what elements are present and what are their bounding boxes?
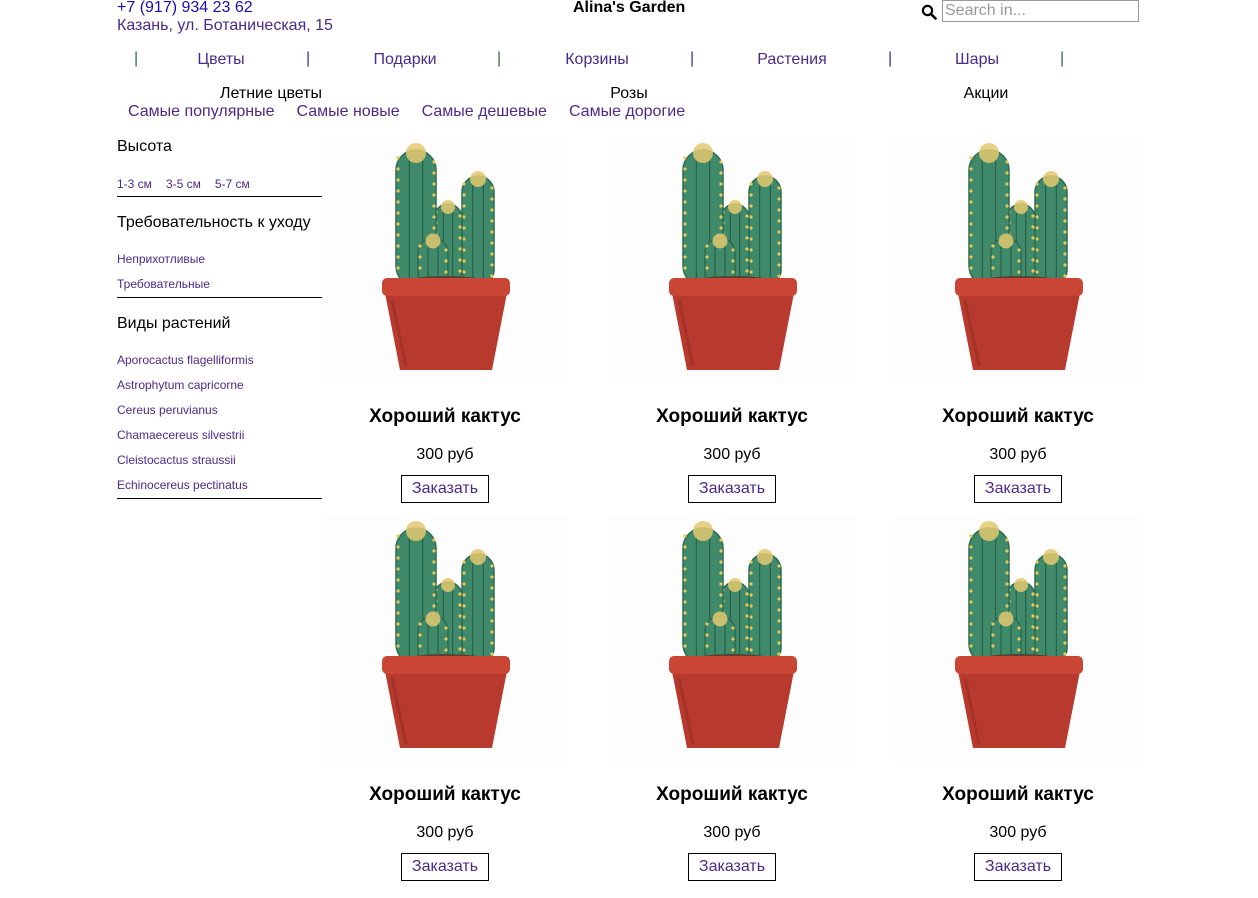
order-button[interactable]: Заказать: [401, 853, 489, 881]
product-card: Хороший кактус 300 руб Заказать: [609, 138, 855, 516]
order-button[interactable]: Заказать: [974, 853, 1062, 881]
filter-option[interactable]: Aporocactus flagelliformis: [117, 348, 254, 373]
nav-separator: |: [888, 50, 893, 67]
search-bar: [921, 0, 1141, 24]
filter-height-title: Высота: [117, 138, 172, 155]
phone-link[interactable]: +7 (917) 934 23 62: [117, 0, 253, 17]
product-name[interactable]: Хороший кактус: [322, 406, 568, 428]
filter-option[interactable]: Cereus peruvianus: [117, 398, 254, 423]
product-image[interactable]: [895, 138, 1141, 384]
site-header: +7 (917) 934 23 62 Казань, ул. Ботаничес…: [117, 0, 1141, 40]
order-button[interactable]: Заказать: [688, 475, 776, 503]
product-image[interactable]: [322, 516, 568, 762]
nav-item-plants[interactable]: Растения: [757, 51, 827, 69]
product-price: 300 руб: [416, 446, 474, 463]
nav-separator: |: [690, 50, 695, 67]
filter-care-title: Требовательность к уходу: [117, 214, 311, 231]
filter-option[interactable]: Требовательные: [117, 272, 210, 297]
filter-option[interactable]: 3-5 см: [166, 177, 201, 191]
filter-option[interactable]: Astrophytum capricorne: [117, 373, 254, 398]
subnav-sales[interactable]: Акции: [964, 85, 1009, 103]
sort-popular-link[interactable]: Самые популярные: [128, 103, 274, 120]
filter-option[interactable]: 1-3 см: [117, 177, 152, 191]
sort-cheapest-link[interactable]: Самые дешевые: [422, 103, 547, 120]
nav-item-balloons[interactable]: Шары: [955, 51, 999, 69]
sort-expensive-link[interactable]: Самые дорогие: [569, 103, 685, 120]
filter-care-options: Неприхотливые Требовательные: [117, 247, 210, 297]
sub-nav: Летние цветы Розы Акции: [117, 85, 1141, 105]
filter-care: Требовательность к уходу Неприхотливые Т…: [117, 197, 322, 298]
filter-option[interactable]: Echinocereus pectinatus: [117, 473, 254, 498]
product-image[interactable]: [895, 516, 1141, 762]
nav-separator: |: [134, 50, 139, 67]
filter-species: Виды растений Aporocactus flagelliformis…: [117, 298, 322, 499]
product-price: 300 руб: [989, 824, 1047, 841]
order-button[interactable]: Заказать: [688, 853, 776, 881]
filter-option[interactable]: Cleistocactus straussii: [117, 448, 254, 473]
product-price: 300 руб: [989, 446, 1047, 463]
product-name[interactable]: Хороший кактус: [322, 784, 568, 806]
product-image[interactable]: [609, 138, 855, 384]
product-name[interactable]: Хороший кактус: [609, 784, 855, 806]
filter-option[interactable]: Chamaecereus silvestrii: [117, 423, 254, 448]
subnav-summer-flowers[interactable]: Летние цветы: [220, 85, 322, 103]
product-image[interactable]: [322, 138, 568, 384]
product-card: Хороший кактус 300 руб Заказать: [895, 516, 1141, 894]
product-price: 300 руб: [703, 824, 761, 841]
address-text: Казань, ул. Ботаническая, 15: [117, 17, 333, 34]
product-card: Хороший кактус 300 руб Заказать: [322, 138, 568, 516]
order-button[interactable]: Заказать: [401, 475, 489, 503]
order-button[interactable]: Заказать: [974, 475, 1062, 503]
product-price: 300 руб: [703, 446, 761, 463]
product-card: Хороший кактус 300 руб Заказать: [609, 516, 855, 894]
search-icon[interactable]: [921, 4, 937, 20]
nav-item-gifts[interactable]: Подарки: [373, 51, 436, 69]
nav-item-flowers[interactable]: Цветы: [197, 51, 244, 69]
filter-height: Высота 1-3 см 3-5 см 5-7 см: [117, 136, 322, 197]
filter-species-title: Виды растений: [117, 315, 231, 332]
nav-separator: |: [1060, 50, 1065, 67]
sort-bar: Самые популярные Самые новые Самые дешевые…: [128, 103, 707, 123]
product-card: Хороший кактус 300 руб Заказать: [895, 138, 1141, 516]
nav-item-baskets[interactable]: Корзины: [565, 51, 629, 69]
main-nav: | Цветы | Подарки | Корзины | Растения |…: [117, 50, 1141, 72]
nav-separator: |: [497, 50, 502, 67]
product-name[interactable]: Хороший кактус: [895, 406, 1141, 428]
search-input[interactable]: [942, 0, 1139, 22]
filter-height-options: 1-3 см 3-5 см 5-7 см: [117, 177, 264, 191]
nav-separator: |: [306, 50, 311, 67]
filter-sidebar: Высота 1-3 см 3-5 см 5-7 см Требовательнос…: [117, 136, 322, 499]
filter-option[interactable]: Неприхотливые: [117, 247, 210, 272]
product-image[interactable]: [609, 516, 855, 762]
subnav-roses[interactable]: Розы: [610, 85, 648, 103]
product-price: 300 руб: [416, 824, 474, 841]
product-name[interactable]: Хороший кактус: [895, 784, 1141, 806]
product-card: Хороший кактус 300 руб Заказать: [322, 516, 568, 894]
sort-newest-link[interactable]: Самые новые: [296, 103, 399, 120]
filter-option[interactable]: 5-7 см: [215, 177, 250, 191]
site-brand[interactable]: Alina's Garden: [573, 0, 685, 17]
filter-species-options: Aporocactus flagelliformis Astrophytum c…: [117, 348, 254, 498]
product-name[interactable]: Хороший кактус: [609, 406, 855, 428]
